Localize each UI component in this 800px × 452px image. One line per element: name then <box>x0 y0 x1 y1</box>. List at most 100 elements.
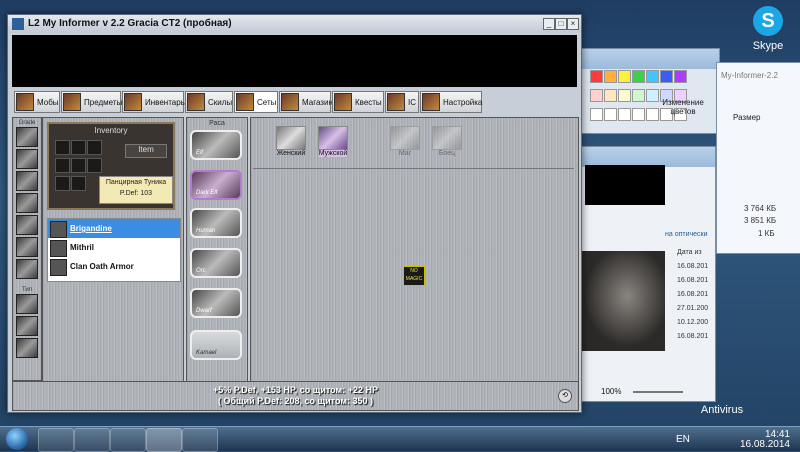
viewer-window[interactable]: на оптически Дата из 16.08.201 16.08.201… <box>580 146 716 402</box>
grade-filter-button[interactable] <box>16 127 38 147</box>
color-swatch[interactable] <box>604 108 617 121</box>
filter-fighter[interactable]: Боец <box>429 126 465 160</box>
type-filter-button[interactable] <box>16 316 38 336</box>
item-icon <box>63 93 81 111</box>
change-colors-button[interactable]: Изменение цветов <box>654 98 712 116</box>
armor-icon <box>50 221 67 238</box>
clock[interactable]: 14:41 16.08.2014 <box>740 430 790 450</box>
quest-icon <box>334 93 352 111</box>
color-swatch[interactable] <box>590 108 603 121</box>
viewer-titlebar[interactable] <box>581 147 715 167</box>
tab-skills[interactable]: Скилы <box>185 91 233 113</box>
explorer-title: My-Informer-2.2 <box>721 71 778 80</box>
color-swatch[interactable] <box>618 70 631 83</box>
tab-ic[interactable]: IC <box>385 91 419 113</box>
list-item[interactable]: Brigandine <box>48 219 180 238</box>
race-button-dwarf[interactable]: Dwarf <box>190 288 242 318</box>
top-banner <box>12 35 577 87</box>
inventory-slot[interactable] <box>55 158 70 173</box>
maximize-button[interactable]: □ <box>555 18 567 30</box>
grade-filter-button[interactable] <box>16 215 38 235</box>
antivirus-desktop-icon[interactable]: Antivirus <box>692 404 752 416</box>
race-button-orc[interactable]: Orc <box>190 248 242 278</box>
grade-filter-button[interactable] <box>16 237 38 257</box>
type-filter-button[interactable] <box>16 294 38 314</box>
explorer-window[interactable]: My-Informer-2.2 Размер <box>716 62 800 254</box>
inventory-slot[interactable] <box>87 140 102 155</box>
color-swatch[interactable] <box>604 70 617 83</box>
ie-taskbar-button[interactable] <box>182 428 218 452</box>
inventory-slot[interactable] <box>55 176 70 191</box>
tab-mobs[interactable]: Мобы <box>14 91 60 113</box>
race-selector: Раса Elf Dark Elf Human Orc Dwarf Kamael <box>186 117 248 383</box>
color-swatch[interactable] <box>674 70 687 83</box>
minimize-button[interactable]: _ <box>543 18 555 30</box>
start-button[interactable] <box>6 428 28 450</box>
tab-settings[interactable]: Настройка <box>420 91 482 113</box>
filter-female[interactable]: Женский <box>273 126 309 160</box>
l2-taskbar-button[interactable] <box>146 428 182 452</box>
color-swatch[interactable] <box>604 89 617 102</box>
tab-shop[interactable]: Магазин <box>279 91 333 113</box>
filter-mage[interactable]: Маг <box>387 126 423 160</box>
color-swatch[interactable] <box>618 89 631 102</box>
list-item[interactable]: Clan Oath Armor <box>48 257 180 276</box>
grade-filter-button[interactable] <box>16 149 38 169</box>
color-swatch[interactable] <box>632 108 645 121</box>
grade-filter-button[interactable] <box>16 171 38 191</box>
tab-items[interactable]: Предметы <box>61 91 122 113</box>
color-swatch[interactable] <box>660 70 673 83</box>
race-button-kamael[interactable]: Kamael <box>190 330 242 360</box>
race-button-human[interactable]: Human <box>190 208 242 238</box>
race-button-dark-elf[interactable]: Dark Elf <box>190 170 242 200</box>
race-button-elf[interactable]: Elf <box>190 130 242 160</box>
close-button[interactable]: × <box>567 18 579 30</box>
armor-icon <box>50 259 67 276</box>
item-tab[interactable]: Item <box>125 144 167 158</box>
viewer-date: 10.12.200 <box>677 319 709 326</box>
inventory-slot[interactable] <box>71 140 86 155</box>
grade-filter-button[interactable] <box>16 193 38 213</box>
color-swatch[interactable] <box>632 70 645 83</box>
explorer-taskbar-button[interactable] <box>38 428 74 452</box>
gear-icon <box>422 93 440 111</box>
skype-desktop-icon[interactable]: S Skype <box>736 6 800 52</box>
file-size: 3 764 КБ <box>744 204 777 213</box>
explorer-size-header[interactable]: Размер <box>733 113 761 122</box>
inventory-slot[interactable] <box>71 158 86 173</box>
media-taskbar-button[interactable] <box>74 428 110 452</box>
list-item[interactable]: Mithril <box>48 238 180 257</box>
zoom-value: 100% <box>601 387 622 396</box>
viewer-date: 27.01.200 <box>677 305 709 312</box>
color-swatch[interactable] <box>632 89 645 102</box>
antivirus-label: Antivirus <box>700 404 744 416</box>
app-titlebar[interactable]: L2 My Informer v 2.2 Gracia CT2 (пробная… <box>8 15 581 33</box>
tab-inventory[interactable]: Инвентарь <box>122 91 185 113</box>
type-filter-button[interactable] <box>16 338 38 358</box>
file-size: 3 851 КБ <box>744 216 777 225</box>
color-swatch[interactable] <box>646 70 659 83</box>
chrome-taskbar-button[interactable] <box>110 428 146 452</box>
race-header: Раса <box>209 120 225 127</box>
filter-male[interactable]: Мужской <box>315 126 351 160</box>
tab-sets[interactable]: Сеты <box>234 91 278 113</box>
grade-header: Grade <box>18 120 36 126</box>
reset-icon[interactable]: ⟲ <box>558 389 572 403</box>
inventory-slot[interactable] <box>87 158 102 173</box>
color-swatch[interactable] <box>618 108 631 121</box>
inventory-slot[interactable] <box>71 176 86 191</box>
color-swatch[interactable] <box>590 89 603 102</box>
l2-informer-window[interactable]: L2 My Informer v 2.2 Gracia CT2 (пробная… <box>7 14 582 413</box>
inventory-slot[interactable] <box>55 140 70 155</box>
viewer-dark-area <box>585 165 665 205</box>
color-swatch[interactable] <box>590 70 603 83</box>
viewer-date-header: Дата из <box>677 249 702 256</box>
tab-quests[interactable]: Квесты <box>332 91 384 113</box>
language-indicator[interactable]: EN <box>676 434 690 445</box>
zoom-slider[interactable] <box>633 391 683 393</box>
paint-titlebar[interactable] <box>579 49 719 69</box>
grade-filter-column: Grade Тип <box>12 117 42 381</box>
viewer-date: 16.08.201 <box>677 291 709 298</box>
grade-filter-button[interactable] <box>16 259 38 279</box>
fighter-icon <box>432 126 462 150</box>
